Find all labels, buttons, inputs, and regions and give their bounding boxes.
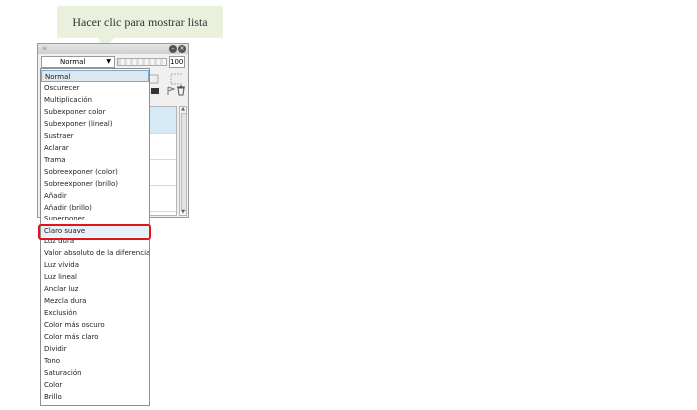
blend-mode-select[interactable]: Normal ▼ [41, 56, 115, 68]
dropdown-option[interactable]: Tono [41, 355, 149, 367]
mask-icon[interactable] [150, 86, 162, 98]
panel-titlebar[interactable]: ≡ – × [38, 44, 188, 54]
dropdown-option[interactable]: Sustraer [41, 130, 149, 142]
opacity-input[interactable]: 100 [169, 56, 185, 68]
trash-icon[interactable] [176, 85, 188, 97]
dropdown-option[interactable]: Sobreexponer (color) [41, 166, 149, 178]
dropdown-option[interactable]: Color más oscuro [41, 319, 149, 331]
reference-layer-icon[interactable] [170, 73, 182, 85]
dropdown-option[interactable]: Superponer [41, 214, 149, 220]
blend-mode-value: Normal [60, 58, 86, 66]
dropdown-option[interactable]: Saturación [41, 367, 149, 379]
close-icon[interactable]: × [178, 45, 186, 53]
dropdown-option[interactable]: Mezcla dura [41, 295, 149, 307]
opacity-slider[interactable] [117, 58, 167, 66]
panel-controls: Normal ▼ 100 [38, 55, 188, 69]
dropdown-option[interactable]: Subexponer color [41, 106, 149, 118]
dropdown-option[interactable]: Anclar luz [41, 283, 149, 295]
dropdown-option[interactable]: Dividir [41, 343, 149, 355]
chevron-down-icon[interactable]: ▼ [106, 57, 111, 67]
scroll-up-icon[interactable]: ▲ [180, 107, 186, 112]
dropdown-option[interactable]: Luz lineal [41, 271, 149, 283]
tooltip-callout: Hacer clic para mostrar lista [57, 6, 223, 38]
dropdown-option[interactable]: Aclarar [41, 142, 149, 154]
scroll-thumb[interactable] [181, 113, 187, 211]
dropdown-option[interactable]: Sobreexponer (brillo) [41, 178, 149, 190]
dropdown-option[interactable]: Subexponer (lineal) [41, 118, 149, 130]
dropdown-option[interactable]: Valor absoluto de la diferencia [41, 247, 149, 259]
dropdown-option[interactable]: Oscurecer [41, 82, 149, 94]
dropdown-option[interactable]: Color [41, 379, 149, 391]
dropdown-option[interactable]: Multiplicación [41, 94, 149, 106]
dropdown-option[interactable]: Color más claro [41, 331, 149, 343]
dropdown-option[interactable]: Trama [41, 154, 149, 166]
scroll-down-icon[interactable]: ▼ [180, 210, 186, 215]
dropdown-option[interactable]: Brillo [41, 391, 149, 403]
dropdown-option[interactable]: Añadir [41, 190, 149, 202]
dropdown-option[interactable]: Normal [41, 70, 149, 82]
dropdown-option[interactable]: Luz vívida [41, 259, 149, 271]
tooltip-text: Hacer clic para mostrar lista [72, 14, 208, 29]
opacity-value: 100 [170, 58, 184, 66]
highlight-frame [38, 224, 151, 240]
grip-icon[interactable]: ≡ [42, 46, 47, 52]
dropdown-option[interactable]: Añadir (brillo) [41, 202, 149, 214]
dropdown-option[interactable]: Exclusión [41, 307, 149, 319]
layer-scrollbar[interactable]: ▲ ▼ [179, 106, 187, 216]
minimize-icon[interactable]: – [169, 45, 177, 53]
